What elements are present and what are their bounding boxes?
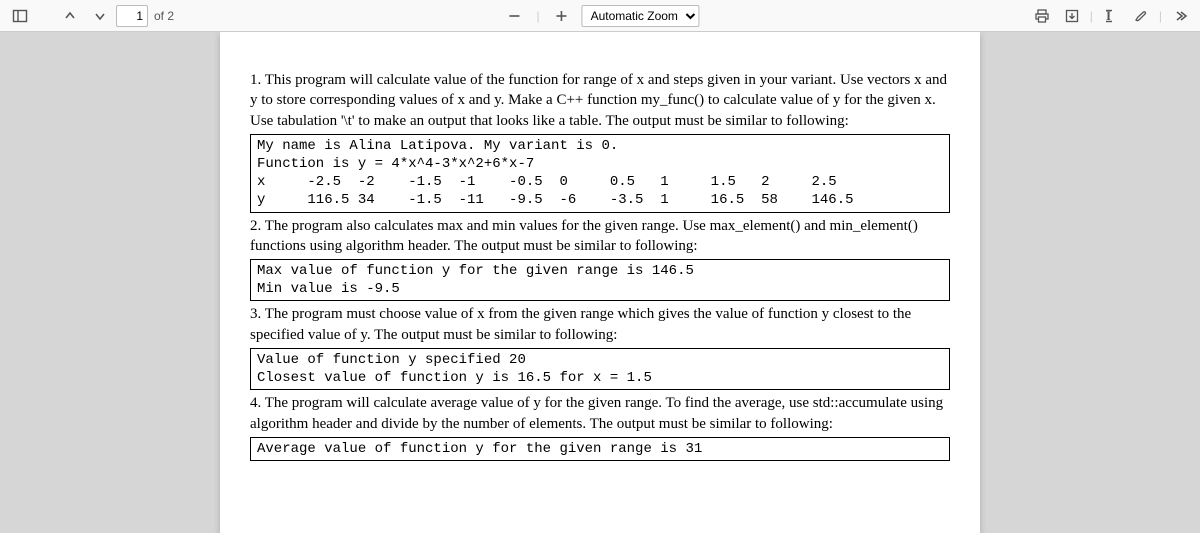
pdf-viewer[interactable]: 1. This program will calculate value of … <box>0 32 1200 533</box>
zoom-out-button[interactable] <box>500 2 528 30</box>
box2-line1: Max value of function y for the given ra… <box>257 263 694 279</box>
separator: | <box>1159 9 1162 23</box>
separator: | <box>536 9 539 23</box>
box3-line1: Value of function y specified 20 <box>257 352 526 368</box>
output-box-4: Average value of function y for the give… <box>250 437 950 461</box>
paragraph-2: 2. The program also calculates max and m… <box>250 216 950 257</box>
output-box-3: Value of function y specified 20 Closest… <box>250 348 950 390</box>
box1-line2: Function is y = 4*x^4-3*x^2+6*x-7 <box>257 156 534 172</box>
box3-line2: Closest value of function y is 16.5 for … <box>257 370 652 386</box>
sidebar-toggle-button[interactable] <box>6 2 34 30</box>
zoom-select[interactable]: Automatic Zoom <box>582 5 700 27</box>
prev-page-button[interactable] <box>56 2 84 30</box>
page-number-input[interactable] <box>116 5 148 27</box>
toolbar-center: | Automatic Zoom <box>500 2 699 30</box>
draw-tool-button[interactable] <box>1127 2 1155 30</box>
output-box-2: Max value of function y for the given ra… <box>250 259 950 301</box>
box1-line3: x -2.5 -2 -1.5 -1 -0.5 0 0.5 1 1.5 2 2.5 <box>257 174 837 190</box>
text-tool-button[interactable]: I <box>1097 2 1125 30</box>
page-count-label: of 2 <box>154 9 174 23</box>
output-box-1: My name is Alina Latipova. My variant is… <box>250 134 950 213</box>
zoom-in-button[interactable] <box>548 2 576 30</box>
box4-line1: Average value of function y for the give… <box>257 441 702 457</box>
download-button[interactable] <box>1058 2 1086 30</box>
pdf-toolbar: of 2 | Automatic Zoom | I | <box>0 0 1200 32</box>
next-page-button[interactable] <box>86 2 114 30</box>
separator: | <box>1090 9 1093 23</box>
document-page: 1. This program will calculate value of … <box>220 32 980 533</box>
box2-line2: Min value is -9.5 <box>257 281 400 297</box>
paragraph-1: 1. This program will calculate value of … <box>250 70 950 131</box>
print-button[interactable] <box>1028 2 1056 30</box>
more-tools-button[interactable] <box>1166 2 1194 30</box>
box1-line4: y 116.5 34 -1.5 -11 -9.5 -6 -3.5 1 16.5 … <box>257 192 854 208</box>
paragraph-4: 4. The program will calculate average va… <box>250 393 950 434</box>
paragraph-3: 3. The program must choose value of x fr… <box>250 304 950 345</box>
toolbar-left: of 2 <box>0 2 174 30</box>
toolbar-right: | I | <box>1028 2 1200 30</box>
box1-line1: My name is Alina Latipova. My variant is… <box>257 138 618 154</box>
